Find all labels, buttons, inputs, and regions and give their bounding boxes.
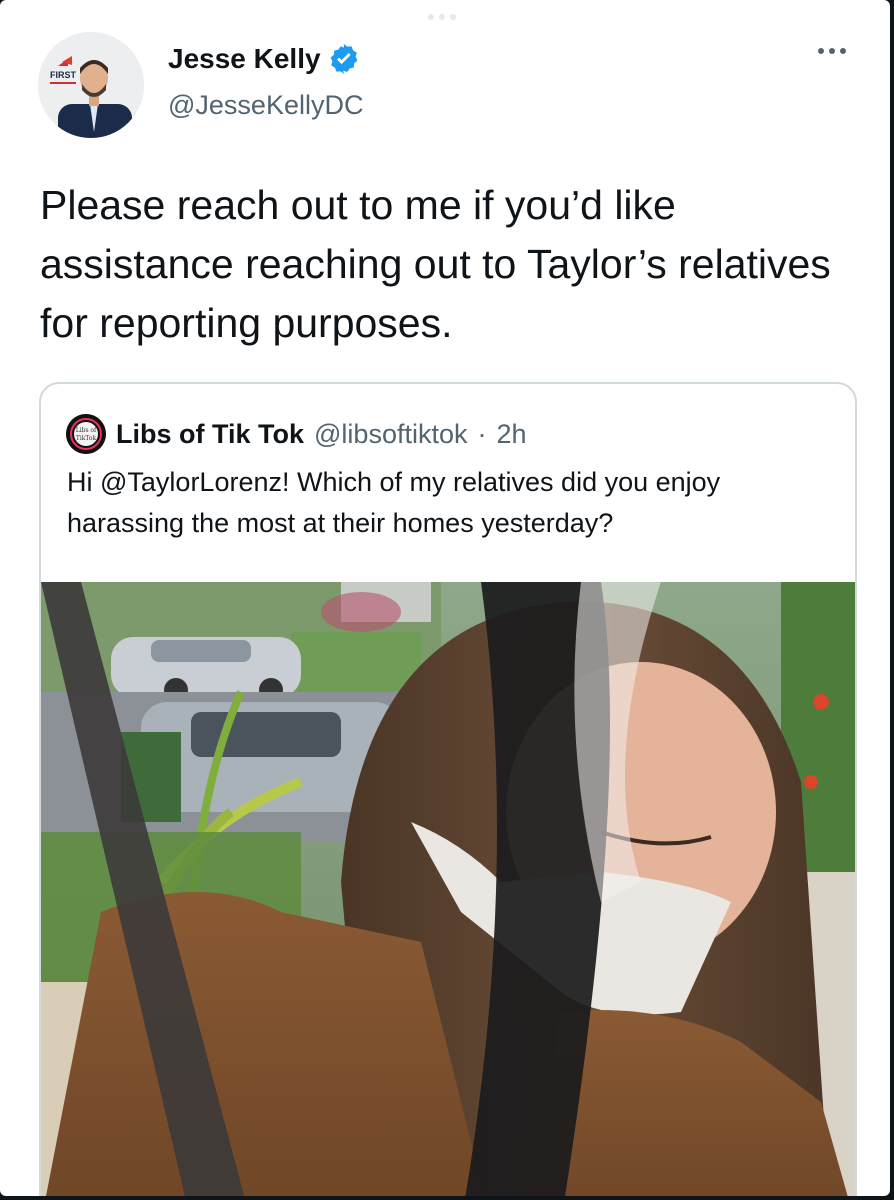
quoted-tweet-header: Libs of TikTok Libs of Tik Tok @libsofti… xyxy=(66,414,527,454)
verified-badge-icon xyxy=(330,44,358,74)
quoted-tweet[interactable]: Libs of TikTok Libs of Tik Tok @libsofti… xyxy=(39,382,857,1196)
separator: · xyxy=(477,418,487,449)
svg-text:TikTok: TikTok xyxy=(76,435,97,442)
tweet-card: FIRST Jesse Kelly @JesseKellyDC Please r… xyxy=(0,0,890,1196)
svg-text:Libs of: Libs of xyxy=(76,427,97,434)
svg-text:FIRST: FIRST xyxy=(50,70,77,80)
quoted-author-name[interactable]: Libs of Tik Tok xyxy=(116,419,304,450)
author-name[interactable]: Jesse Kelly xyxy=(168,43,321,75)
quoted-author-avatar[interactable]: Libs of TikTok xyxy=(66,414,106,454)
quoted-timestamp[interactable]: 2h xyxy=(496,419,526,450)
more-options-icon[interactable] xyxy=(818,48,846,54)
quoted-author-handle[interactable]: @libsoftiktok xyxy=(314,419,467,450)
drag-handle xyxy=(428,14,456,20)
author-name-row[interactable]: Jesse Kelly xyxy=(168,42,361,76)
author-avatar[interactable]: FIRST xyxy=(38,32,144,138)
quoted-tweet-text: Hi @TaylorLorenz! Which of my relatives … xyxy=(67,467,721,538)
quoted-tweet-photo[interactable] xyxy=(41,582,855,1196)
tweet-text: Please reach out to me if you’d like ass… xyxy=(40,182,831,346)
author-handle[interactable]: @JesseKellyDC xyxy=(168,90,363,121)
